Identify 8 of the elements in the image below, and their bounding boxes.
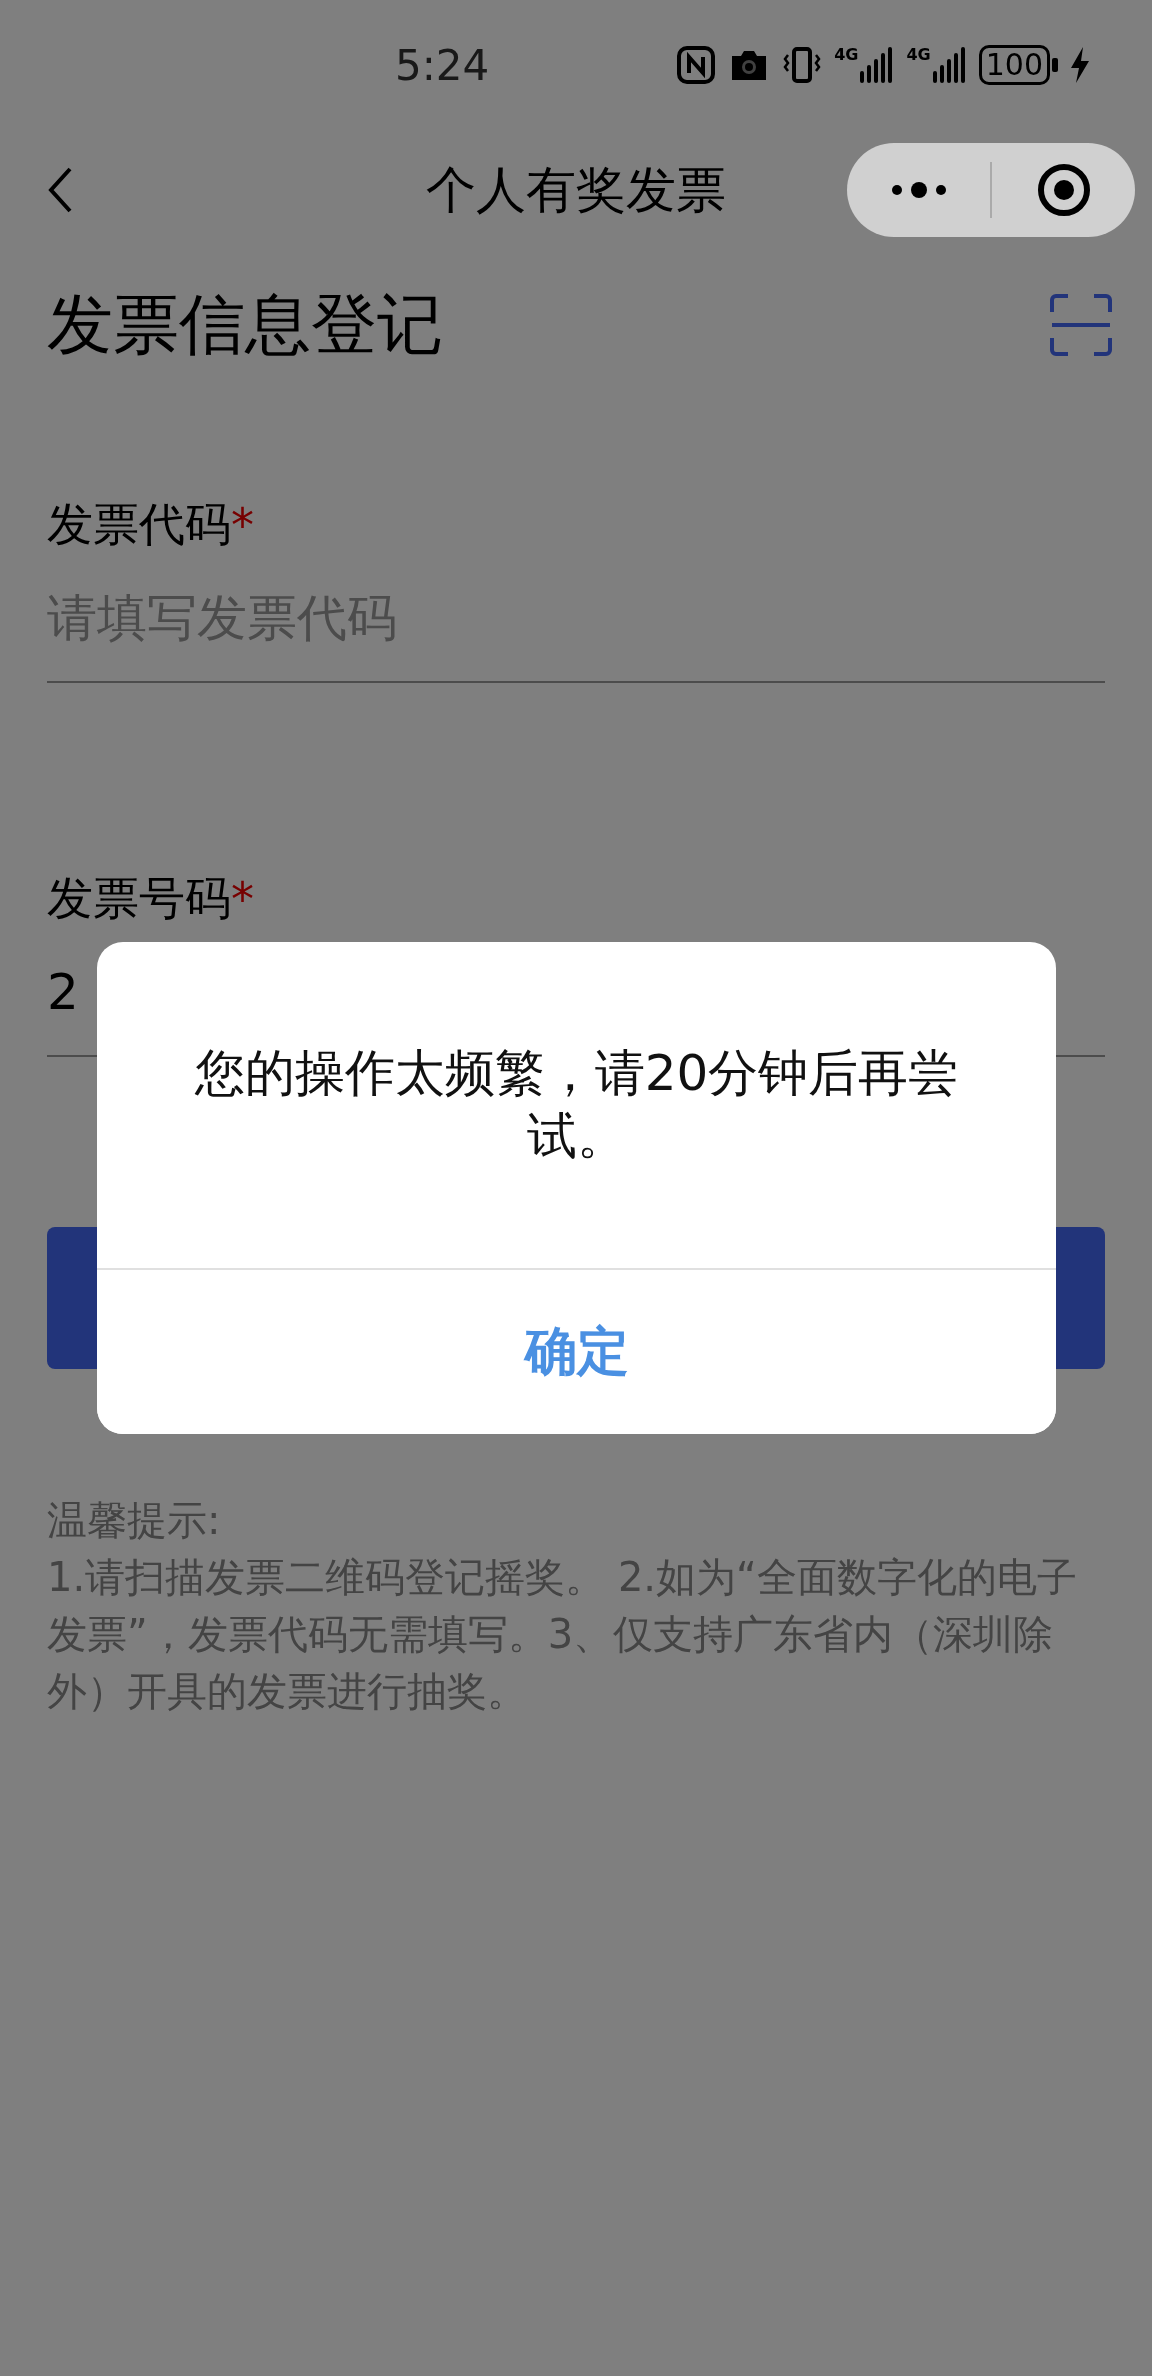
field-label: 发票代码*: [47, 496, 255, 554]
tips-title: 温馨提示:: [47, 1496, 222, 1545]
field-label: 发票号码*: [47, 870, 255, 928]
dialog-message: 您的操作太频繁，请20分钟后再尝试。: [193, 1043, 960, 1167]
status-time: 5:24: [395, 40, 490, 90]
tips-text: 1.请扫描发票二维码登记摇奖。 2.如为“全面数字化的电子发票”，发票代码无需填写。3、仅支持广东省内（深圳除外）开具的发票进行抽奖。: [47, 1553, 1078, 1716]
page-title: 个人有奖发票: [426, 159, 726, 221]
section-title: 发票信息登记: [47, 285, 443, 365]
